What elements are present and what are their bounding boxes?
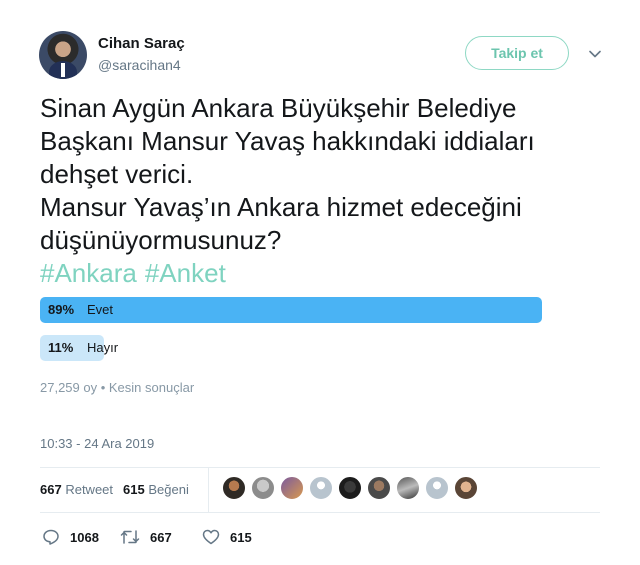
retweets-label: Retweet (65, 482, 114, 497)
liker-avatar[interactable] (425, 476, 449, 500)
divider (40, 467, 600, 468)
liker-avatar[interactable] (367, 476, 391, 500)
divider (40, 512, 600, 513)
poll-percent: 11% (48, 340, 74, 355)
reply-icon (43, 529, 59, 545)
retweets-stat[interactable]: 667 Retweet (40, 482, 113, 497)
tweet-line: Mansur Yavaş’ın Ankara hizmet edeceğini (40, 192, 522, 222)
liker-avatar[interactable] (338, 476, 362, 500)
tweet-line: düşünüyormusunuz? (40, 225, 282, 255)
hashtags: #Ankara #Anket (40, 257, 234, 290)
poll-bar (40, 297, 542, 323)
liker-avatar[interactable] (454, 476, 478, 500)
vertical-divider (208, 468, 209, 512)
tweet-text: Sinan Aygün Ankara Büyükşehir Belediye B… (40, 92, 600, 257)
tweet-line: Başkanı Mansur Yavaş hakkındaki iddialar… (40, 126, 535, 156)
likes-stat[interactable]: 615 Beğeni (123, 482, 189, 497)
like-icon (202, 529, 220, 545)
author-handle[interactable]: @saracihan4 (98, 57, 181, 73)
author-name[interactable]: Cihan Saraç (98, 35, 185, 52)
poll-option-evet: 89% Evet (40, 297, 542, 323)
like-action[interactable]: 615 (202, 527, 252, 547)
engagement-stats: 667 Retweet 615 Beğeni (40, 482, 189, 497)
author-avatar[interactable] (39, 31, 87, 79)
retweet-icon (120, 530, 140, 544)
likes-count: 615 (123, 482, 145, 497)
liker-avatar[interactable] (222, 476, 246, 500)
retweet-count: 667 (150, 529, 172, 545)
reply-action[interactable]: 1068 (42, 527, 99, 547)
retweet-action[interactable]: 667 (120, 527, 172, 547)
liker-avatar[interactable] (309, 476, 333, 500)
poll-meta: 27,259 oy • Kesin sonuçlar (40, 380, 195, 395)
hashtag-anket[interactable]: #Anket (145, 258, 226, 288)
liker-avatar[interactable] (251, 476, 275, 500)
tweet-line: Sinan Aygün Ankara Büyükşehir Belediye (40, 93, 517, 123)
poll-option-hayir: 11% Hayır (40, 335, 542, 361)
retweets-count: 667 (40, 482, 62, 497)
follow-button[interactable]: Takip et (465, 36, 569, 70)
chevron-down-icon[interactable] (589, 48, 601, 60)
likes-label: Beğeni (148, 482, 189, 497)
hashtag-ankara[interactable]: #Ankara (40, 258, 137, 288)
poll-label: Evet (87, 302, 114, 317)
reply-count: 1068 (70, 529, 99, 545)
poll-percent: 89% (48, 302, 75, 317)
like-count: 615 (230, 529, 252, 545)
avatar-tie (61, 63, 65, 77)
tweet-timestamp[interactable]: 10:33 - 24 Ara 2019 (40, 436, 154, 451)
liker-avatar[interactable] (396, 476, 420, 500)
liker-avatar[interactable] (280, 476, 304, 500)
poll-label: Hayır (87, 340, 119, 355)
tweet-line: dehşet verici. (40, 159, 194, 189)
